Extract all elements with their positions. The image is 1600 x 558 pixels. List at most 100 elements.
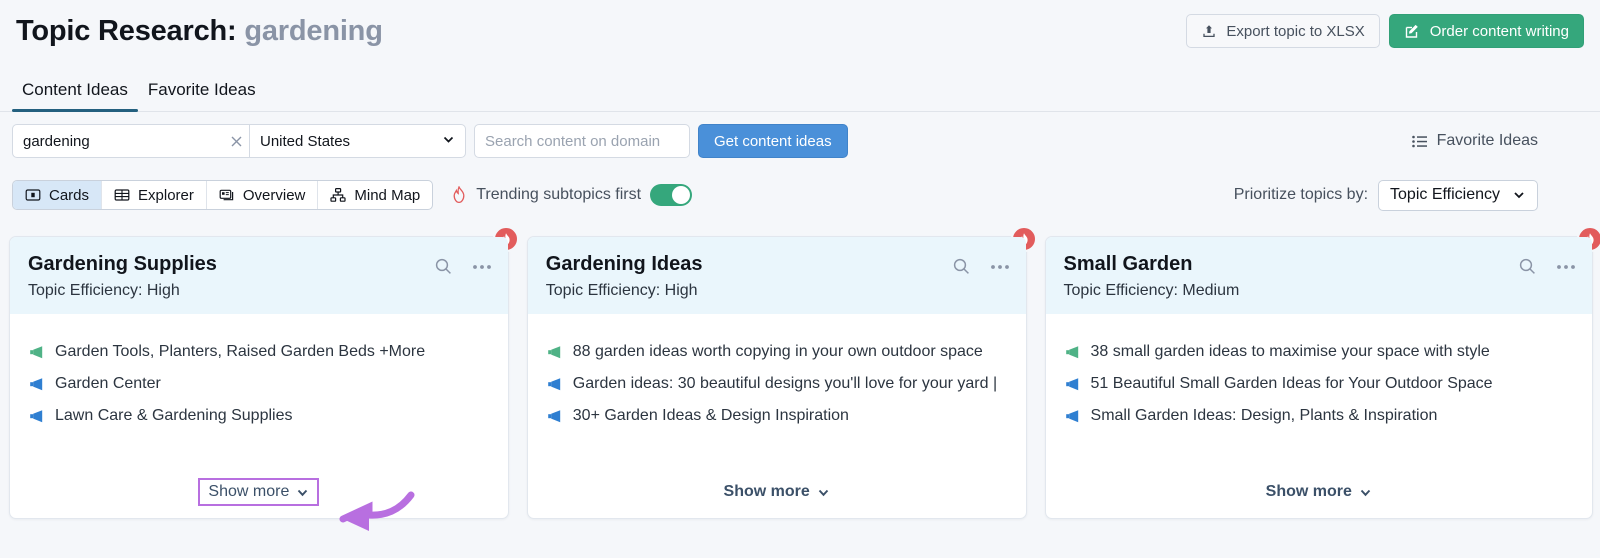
search-icon[interactable] xyxy=(434,257,453,276)
prioritize-control: Prioritize topics by: Topic Efficiency xyxy=(1233,179,1588,211)
topic-card-header: Small Garden Topic Efficiency: Medium xyxy=(1045,237,1592,314)
trending-subtopics-control: Trending subtopics first xyxy=(451,184,693,206)
topic-card-footer: Show more xyxy=(528,466,1026,518)
topic-research-page: Topic Research: gardening Export topic t… xyxy=(0,0,1600,558)
ellipsis-icon[interactable] xyxy=(472,264,492,270)
list-item[interactable]: Lawn Care & Gardening Supplies xyxy=(28,400,490,432)
edit-square-icon xyxy=(1404,23,1421,40)
topic-card[interactable]: Gardening Ideas Topic Efficiency: High 8… xyxy=(526,226,1037,519)
export-topic-label: Export topic to XLSX xyxy=(1226,22,1365,40)
export-topic-button[interactable]: Export topic to XLSX xyxy=(1186,14,1380,48)
chevron-down-icon xyxy=(817,486,830,499)
search-icon[interactable] xyxy=(1518,257,1537,276)
show-more-button[interactable]: Show more xyxy=(724,483,830,501)
page-title: Topic Research: gardening xyxy=(16,15,383,48)
ellipsis-icon[interactable] xyxy=(1556,264,1576,270)
favorite-ideas-link[interactable]: Favorite Ideas xyxy=(1411,132,1588,150)
favorite-ideas-link-label: Favorite Ideas xyxy=(1436,132,1538,149)
topic-card-body: 38 small garden ideas to maximise your s… xyxy=(1046,314,1592,466)
toggle-knob xyxy=(672,186,691,204)
list-item[interactable]: Garden Tools, Planters, Raised Garden Be… xyxy=(28,336,490,368)
list-item[interactable]: Garden ideas: 30 beautiful designs you'l… xyxy=(546,368,1008,400)
megaphone-icon xyxy=(546,344,562,360)
get-content-ideas-label: Get content ideas xyxy=(714,132,832,150)
megaphone-icon xyxy=(546,408,562,424)
trending-subtopics-toggle[interactable] xyxy=(650,184,693,206)
list-item-label: Garden ideas: 30 beautiful designs you'l… xyxy=(572,375,998,392)
tab-bar: Content Ideas Favorite Ideas xyxy=(0,62,1600,112)
topic-card[interactable]: Gardening Supplies Topic Efficiency: Hig… xyxy=(9,226,519,519)
megaphone-icon xyxy=(1064,408,1080,424)
content-ideas-cards: Gardening Supplies Topic Efficiency: Hig… xyxy=(9,226,1600,519)
ellipsis-icon[interactable] xyxy=(990,264,1010,270)
show-more-label: Show more xyxy=(723,483,810,500)
list-item-label: 30+ Garden Ideas & Design Inspiration xyxy=(572,407,849,424)
view-mode-overview[interactable]: Overview xyxy=(207,181,319,209)
topic-card-footer: Show more xyxy=(1046,466,1592,518)
list-item[interactable]: 38 small garden ideas to maximise your s… xyxy=(1064,336,1574,368)
domain-search-input[interactable]: Search content on domain xyxy=(474,124,690,158)
get-content-ideas-button[interactable]: Get content ideas xyxy=(698,124,848,158)
show-more-button[interactable]: Show more xyxy=(1266,483,1372,501)
view-mode-overview-label: Overview xyxy=(242,186,306,204)
order-content-writing-button[interactable]: Order content writing xyxy=(1388,14,1584,48)
show-more-label: Show more xyxy=(208,483,290,500)
list-item-label: 88 garden ideas worth copying in your ow… xyxy=(572,343,983,360)
chevron-down-icon xyxy=(1359,486,1372,499)
view-mode-explorer-label: Explorer xyxy=(138,186,194,204)
view-mode-mind-map-label: Mind Map xyxy=(354,186,421,204)
view-mode-mind-map[interactable]: Mind Map xyxy=(318,181,432,209)
mindmap-icon xyxy=(330,187,346,203)
flame-icon xyxy=(451,186,467,204)
keyword-input[interactable]: gardening xyxy=(13,125,223,157)
list-item[interactable]: Garden Center xyxy=(28,368,490,400)
list-item-label: Garden Tools, Planters, Raised Garden Be… xyxy=(55,343,426,360)
topic-card-header: Gardening Ideas Topic Efficiency: High xyxy=(527,237,1026,314)
search-icon[interactable] xyxy=(952,257,971,276)
topic-card[interactable]: Small Garden Topic Efficiency: Medium 38… xyxy=(1044,226,1600,519)
upload-icon xyxy=(1201,23,1217,39)
megaphone-icon xyxy=(28,344,44,360)
prioritize-select[interactable]: Topic Efficiency xyxy=(1378,179,1538,211)
megaphone-icon xyxy=(546,376,562,392)
view-mode-cards[interactable]: Cards xyxy=(13,181,103,209)
overview-icon xyxy=(219,187,235,203)
search-controls: gardening United States Search content o… xyxy=(0,118,1600,164)
view-mode-explorer[interactable]: Explorer xyxy=(102,181,207,209)
chevron-down-icon xyxy=(442,133,455,150)
order-content-writing-label: Order content writing xyxy=(1429,22,1569,40)
page-title-prefix: Topic Research: xyxy=(16,14,237,47)
topic-card-title: Gardening Supplies xyxy=(28,253,217,275)
topic-card-header-icons xyxy=(434,257,492,276)
tab-content-ideas-label: Content Ideas xyxy=(22,80,128,99)
chevron-down-icon xyxy=(1512,188,1526,202)
tab-favorite-ideas[interactable]: Favorite Ideas xyxy=(138,80,266,111)
list-item-label: 51 Beautiful Small Garden Ideas for Your… xyxy=(1090,375,1493,392)
cards-icon xyxy=(25,187,41,203)
header-actions: Export topic to XLSX Order content writi… xyxy=(1186,14,1584,48)
show-more-label: Show more xyxy=(1265,483,1352,500)
tab-content-ideas[interactable]: Content Ideas xyxy=(12,80,138,112)
list-item-label: Small Garden Ideas: Design, Plants & Ins… xyxy=(1090,407,1438,424)
list-item[interactable]: 30+ Garden Ideas & Design Inspiration xyxy=(546,400,1008,432)
topic-card-header-icons xyxy=(952,257,1010,276)
prioritize-select-value: Topic Efficiency xyxy=(1390,186,1500,203)
close-icon[interactable] xyxy=(223,125,249,157)
megaphone-icon xyxy=(28,408,44,424)
table-icon xyxy=(114,187,130,203)
topic-card-header: Gardening Supplies Topic Efficiency: Hig… xyxy=(10,237,508,314)
list-item[interactable]: Small Garden Ideas: Design, Plants & Ins… xyxy=(1064,400,1574,432)
list-item-label: 38 small garden ideas to maximise your s… xyxy=(1090,343,1490,360)
tab-favorite-ideas-label: Favorite Ideas xyxy=(147,80,256,99)
country-select[interactable]: United States xyxy=(250,125,465,157)
topic-card-title: Gardening Ideas xyxy=(545,253,703,275)
list-item-label: Garden Center xyxy=(55,375,161,392)
show-more-button[interactable]: Show more xyxy=(198,478,320,506)
view-controls: Cards Explorer Overview Mind Map Trendin… xyxy=(0,172,1600,218)
view-mode-switcher: Cards Explorer Overview Mind Map xyxy=(12,180,434,210)
megaphone-icon xyxy=(1064,376,1080,392)
prioritize-label: Prioritize topics by: xyxy=(1233,186,1369,203)
list-item[interactable]: 51 Beautiful Small Garden Ideas for Your… xyxy=(1064,368,1574,400)
list-item[interactable]: 88 garden ideas worth copying in your ow… xyxy=(546,336,1008,368)
topic-card-title: Small Garden xyxy=(1063,253,1193,275)
